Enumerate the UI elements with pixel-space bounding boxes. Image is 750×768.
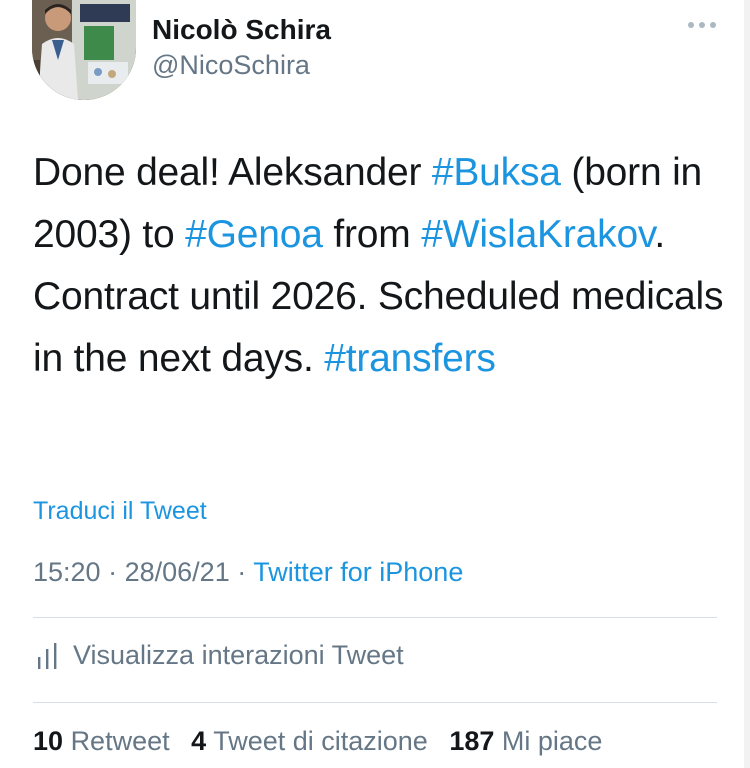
tweet-stats: 10 Retweet 4 Tweet di citazione 187 Mi p… [33,726,602,757]
hashtag-link[interactable]: #WislaKrakov [421,213,654,256]
divider [33,702,717,703]
more-dots-icon [688,22,716,28]
hashtag-link[interactable]: #transfers [324,337,496,380]
tweet-text-segment: Done deal! Aleksander [33,151,432,194]
quotes-label: Tweet di citazione [213,726,428,756]
likes-label: Mi piace [501,726,603,756]
more-options-button[interactable] [684,10,720,40]
likes-count: 187 [449,726,495,756]
tweet-date: 28/06/21 [124,557,230,587]
translate-tweet-link[interactable]: Traduci il Tweet [33,497,207,526]
tweet-meta: 15:20 · 28/06/21 · Twitter for iPhone [33,557,463,588]
retweets-count: 10 [33,726,64,756]
hashtag-link[interactable]: #Buksa [432,151,561,194]
analytics-bar-icon [38,642,57,669]
retweets-label: Retweet [70,726,170,756]
tweet-time: 15:20 [33,557,101,587]
tweet-text-segment: from [322,213,422,256]
likes-stat[interactable]: 187 Mi piace [449,726,602,756]
view-tweet-activity-button[interactable]: Visualizza interazioni Tweet [33,640,404,671]
tweet-source-link[interactable]: Twitter for iPhone [253,557,463,587]
author-handle[interactable]: @NicoSchira [152,50,310,81]
retweets-stat[interactable]: 10 Retweet [33,726,170,756]
view-activity-label: Visualizza interazioni Tweet [73,640,404,670]
meta-separator: · [108,557,118,587]
hashtag-link[interactable]: #Genoa [185,213,323,256]
meta-separator: · [237,557,247,587]
screen-edge [744,0,750,768]
quotes-stat[interactable]: 4 Tweet di citazione [191,726,428,756]
author-name[interactable]: Nicolò Schira [152,14,331,46]
tweet-text: Done deal! Aleksander #Buksa (born in 20… [33,142,733,390]
quotes-count: 4 [191,726,207,756]
avatar[interactable] [32,0,136,100]
divider [33,617,717,618]
avatar-photo [32,0,136,100]
